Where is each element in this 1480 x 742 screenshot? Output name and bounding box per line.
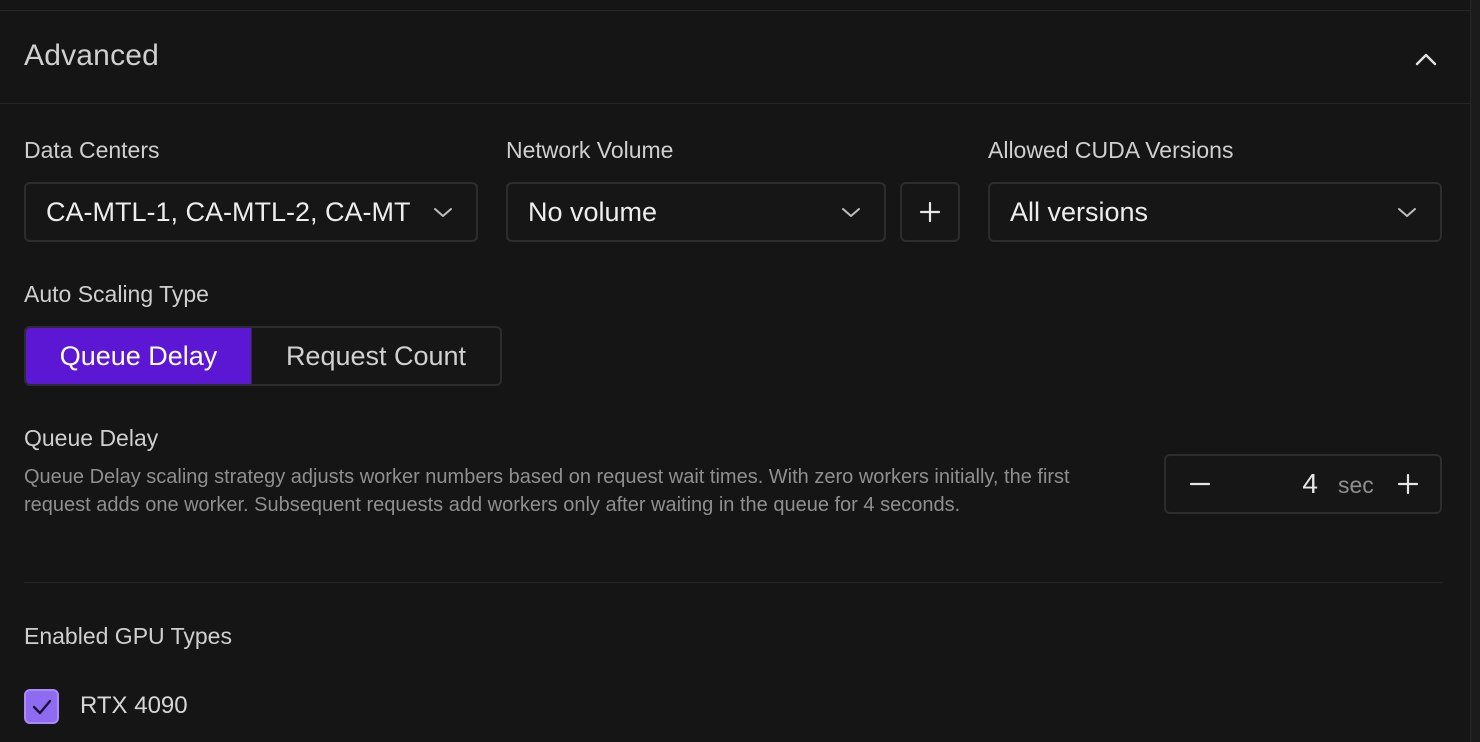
- decrement-button[interactable]: [1172, 456, 1228, 512]
- cuda-versions-value: All versions: [1010, 196, 1149, 227]
- auto-scaling-label: Auto Scaling Type: [24, 281, 209, 307]
- data-centers-label: Data Centers: [24, 137, 160, 163]
- chevron-down-icon: [842, 208, 860, 217]
- plus-icon: [919, 201, 941, 223]
- queue-delay-description: Queue Delay scaling strategy adjusts wor…: [24, 466, 1070, 516]
- queue-delay-title: Queue Delay: [24, 425, 159, 451]
- add-network-volume-button[interactable]: [900, 182, 960, 242]
- network-volume-label: Network Volume: [506, 137, 674, 163]
- check-icon: [32, 699, 51, 714]
- advanced-section-header[interactable]: Advanced: [0, 11, 1470, 104]
- cuda-versions-select[interactable]: All versions: [988, 182, 1442, 242]
- network-volume-select[interactable]: No volume: [506, 182, 886, 242]
- request-count-option[interactable]: Request Count: [251, 328, 500, 384]
- gpu-label-rtx-4090: RTX 4090: [80, 692, 188, 719]
- section-title: Advanced: [24, 39, 160, 72]
- auto-scaling-toggle: Queue Delay Request Count: [24, 326, 502, 386]
- queue-delay-option[interactable]: Queue Delay: [26, 328, 251, 384]
- gpu-types-label: Enabled GPU Types: [24, 623, 232, 649]
- network-volume-value: No volume: [528, 196, 658, 227]
- data-centers-value: CA-MTL-1, CA-MTL-2, CA-MTL-3: [46, 196, 410, 227]
- section-divider: [24, 582, 1442, 583]
- queue-delay-unit: sec: [1338, 472, 1374, 498]
- chevron-up-icon: [1415, 53, 1437, 66]
- chevron-down-icon: [1398, 208, 1416, 217]
- scrollbar-track[interactable]: [1470, 0, 1480, 742]
- data-centers-select[interactable]: CA-MTL-1, CA-MTL-2, CA-MTL-3: [24, 182, 478, 242]
- increment-button[interactable]: [1380, 456, 1436, 512]
- minus-icon: [1189, 482, 1211, 486]
- collapse-button[interactable]: [1408, 41, 1444, 77]
- queue-delay-value[interactable]: 4: [1226, 468, 1318, 500]
- queue-delay-stepper: 4 sec: [1164, 454, 1442, 514]
- cuda-versions-label: Allowed CUDA Versions: [988, 137, 1234, 163]
- chevron-down-icon: [434, 208, 452, 217]
- plus-icon: [1397, 473, 1419, 495]
- gpu-checkbox-rtx-4090[interactable]: [24, 689, 59, 724]
